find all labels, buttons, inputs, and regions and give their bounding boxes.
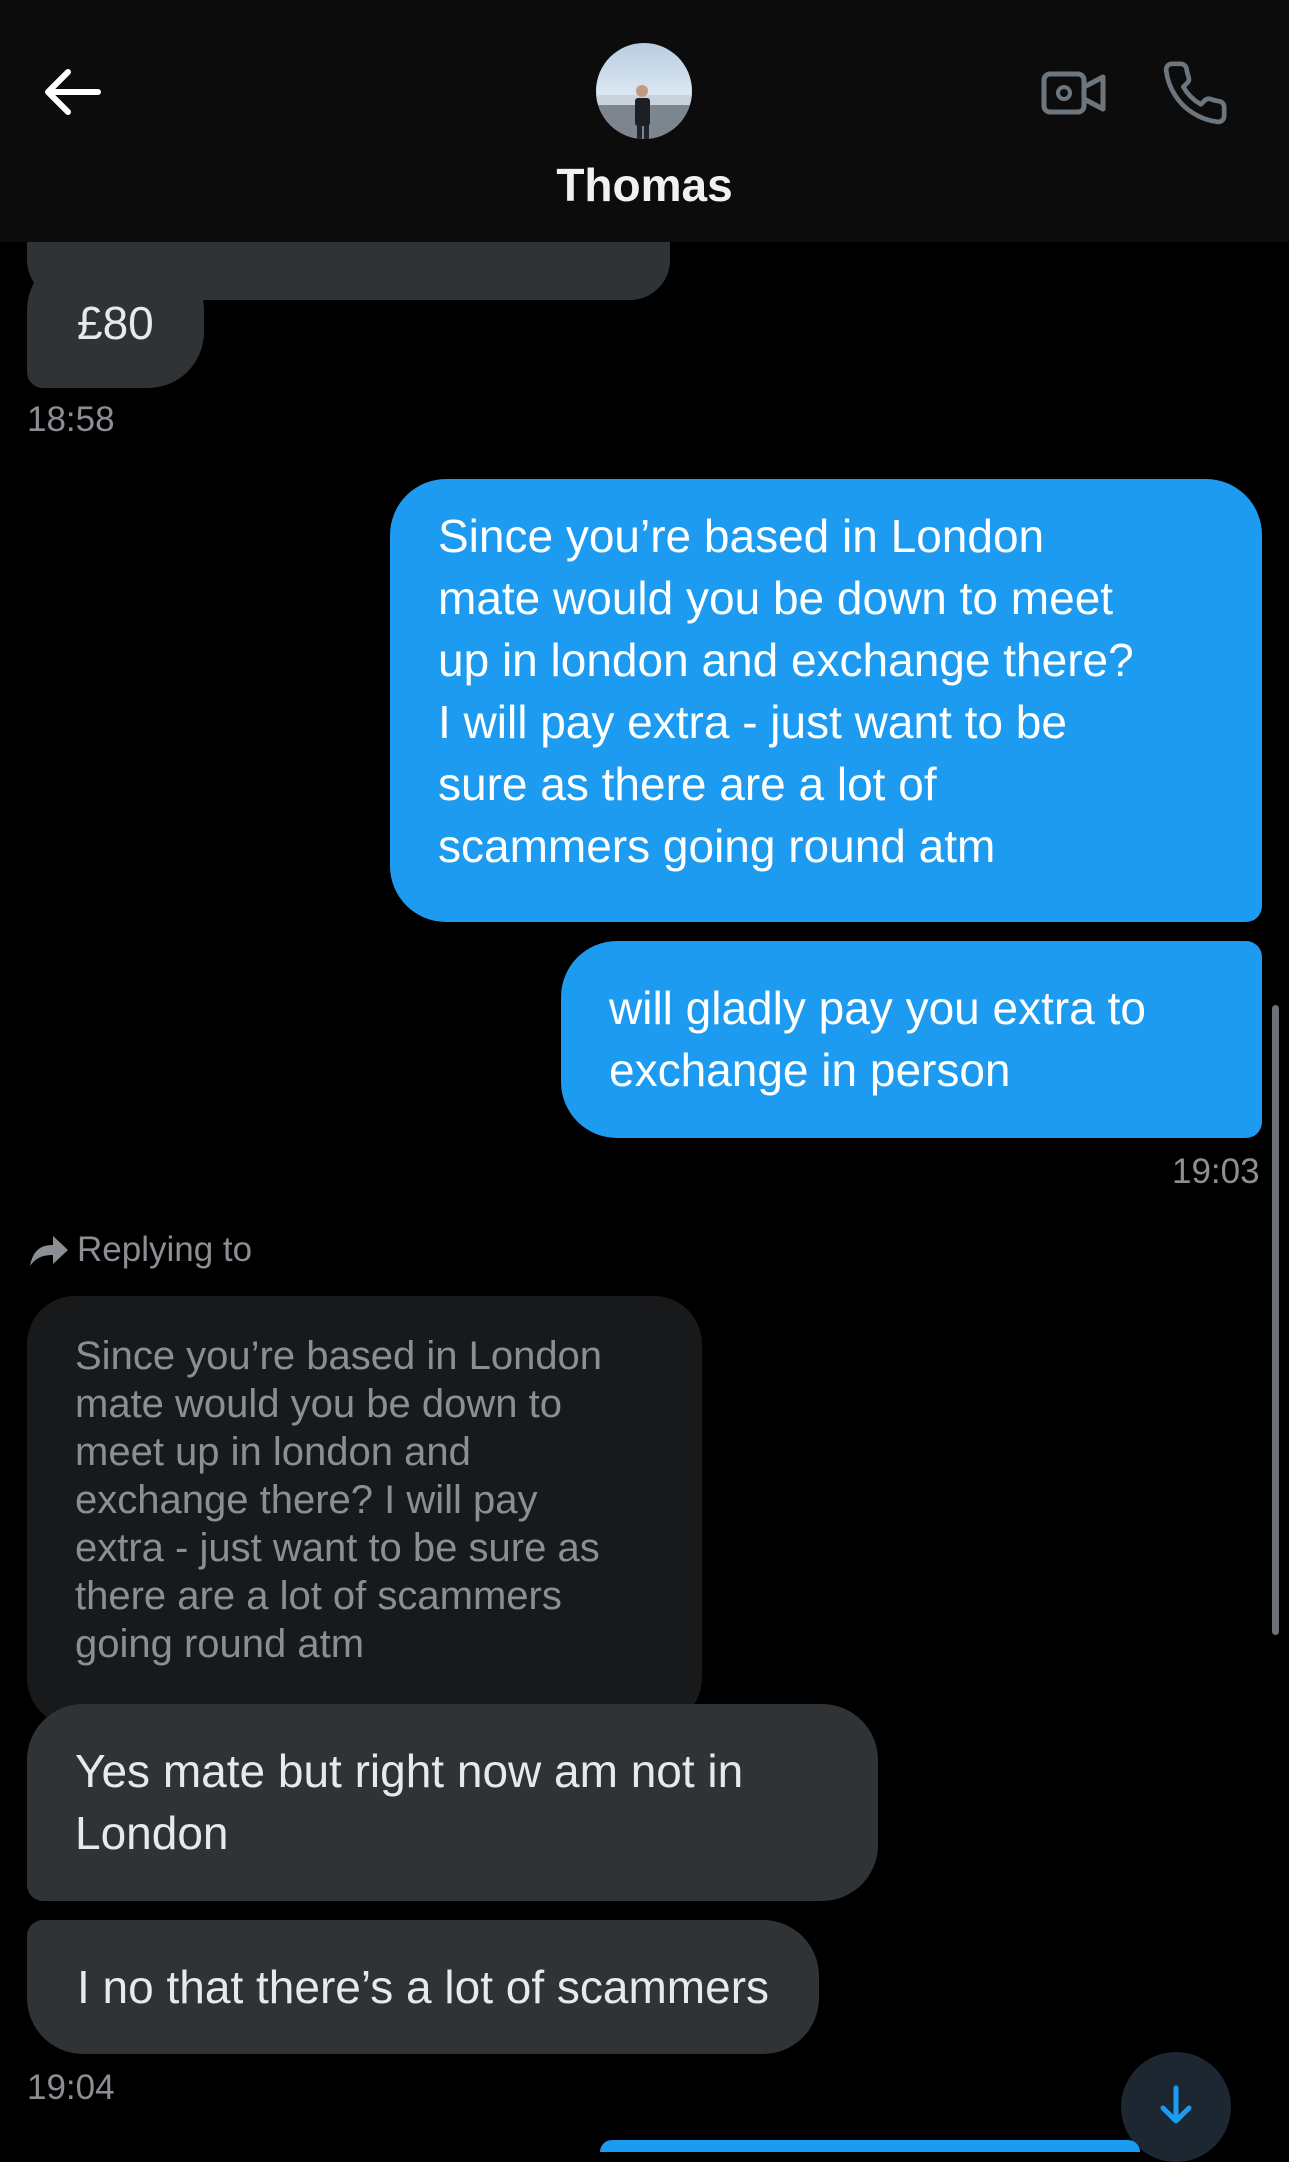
message-bubble-incoming[interactable]: Yes mate but right now am not in London <box>27 1704 878 1901</box>
quoted-line: Since you’re based in London <box>75 1334 603 1378</box>
message-line: Since you’re based in London <box>438 510 1045 562</box>
scrollbar[interactable] <box>1272 1005 1279 1635</box>
video-call-icon[interactable] <box>1040 62 1110 122</box>
message-bubble-incoming[interactable]: £80 <box>27 254 204 388</box>
message-line: up in london and exchange there? <box>438 634 1134 686</box>
avatar[interactable] <box>596 43 692 139</box>
quoted-line: meet up in london and <box>75 1430 471 1474</box>
quoted-line: going round atm <box>75 1622 365 1666</box>
message-line: London <box>75 1807 229 1859</box>
quoted-message[interactable]: Since you’re based in London mate would … <box>27 1296 702 1726</box>
message-line: sure as there are a lot of <box>438 758 937 810</box>
message-bubble-incoming[interactable]: I no that there’s a lot of scammers <box>27 1920 820 2054</box>
message-bubble-outgoing[interactable]: will gladly pay you extra to exchange in… <box>561 941 1262 1138</box>
quoted-line: mate would you be down to <box>75 1382 562 1426</box>
contact-name[interactable]: Thomas <box>0 158 1289 212</box>
reply-arrow-icon <box>27 1228 71 1272</box>
arrow-down-icon <box>1153 2082 1199 2133</box>
phone-call-icon[interactable] <box>1160 58 1230 128</box>
message-timestamp: 19:04 <box>27 2068 115 2107</box>
message-bubble-outgoing <box>600 2140 1140 2152</box>
message-timestamp: 19:03 <box>1172 1152 1260 1191</box>
quoted-line: extra - just want to be sure as <box>75 1526 600 1570</box>
message-text: I no that there’s a lot of scammers <box>77 1961 770 2013</box>
message-timestamp: 18:58 <box>27 400 115 439</box>
message-line: I will pay extra - just want to be <box>438 696 1067 748</box>
back-arrow-icon[interactable] <box>40 62 110 122</box>
chat-header: Thomas <box>0 0 1289 242</box>
reply-label: Replying to <box>77 1230 253 1269</box>
message-bubble-outgoing[interactable]: Since you’re based in London mate would … <box>390 479 1262 922</box>
message-line: Yes mate but right now am not in <box>75 1745 744 1797</box>
message-line: exchange in person <box>609 1044 1011 1096</box>
message-line: scammers going round atm <box>438 820 996 872</box>
quoted-line: there are a lot of scammers <box>75 1574 562 1618</box>
message-line: will gladly pay you extra to <box>609 982 1146 1034</box>
message-text: £80 <box>77 297 154 349</box>
message-line: mate would you be down to meet <box>438 572 1114 624</box>
reply-indicator: Replying to <box>27 1228 252 1272</box>
quoted-line: exchange there? I will pay <box>75 1478 538 1522</box>
